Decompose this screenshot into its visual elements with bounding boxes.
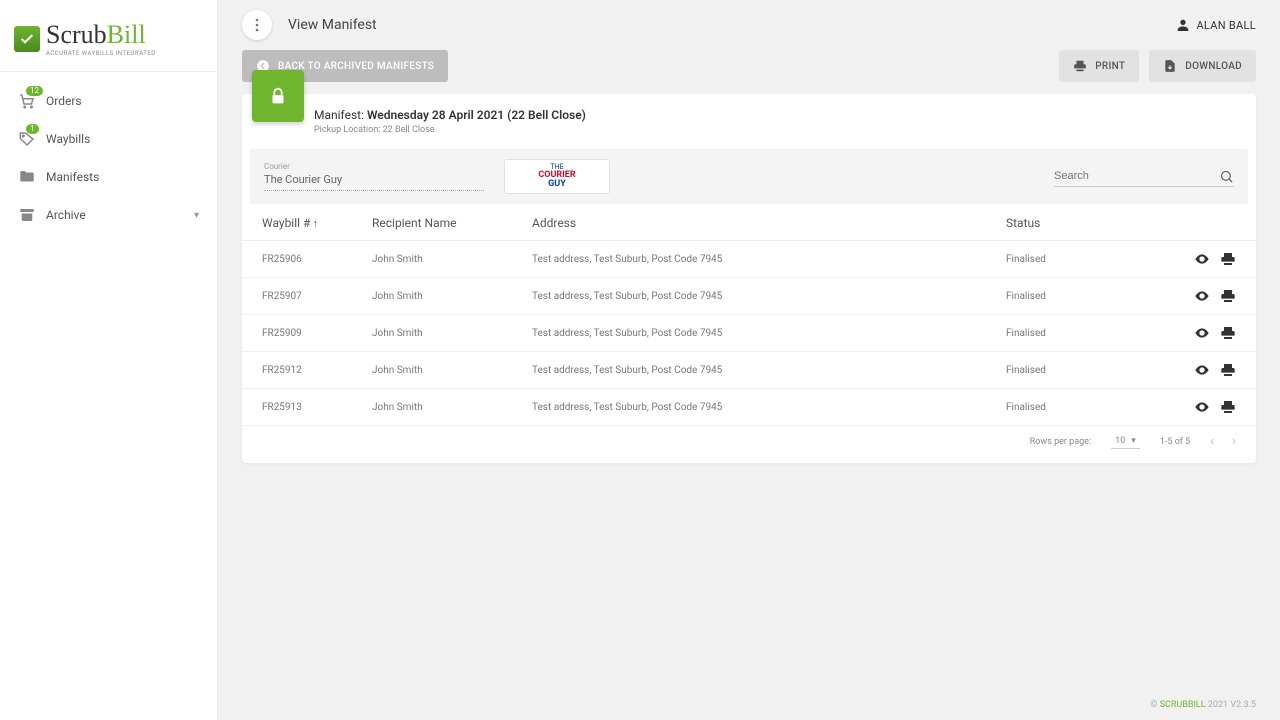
user-menu[interactable]: ALAN BALL: [1175, 17, 1256, 33]
table-footer: Rows per page: 10 ▾ 1-5 of 5 ‹ ›: [242, 426, 1256, 463]
sidebar-item-manifests[interactable]: Manifests: [0, 158, 217, 196]
courier-label: Courier: [264, 162, 484, 171]
waybill-table: Waybill #↑ Recipient Name Address Status…: [242, 204, 1256, 463]
actionbar: BACK TO ARCHIVED MANIFESTS PRINT DOWNLOA…: [218, 50, 1280, 94]
manifest-card: Manifest: Wednesday 28 April 2021 (22 Be…: [242, 94, 1256, 463]
cell-recipient: John Smith: [372, 291, 532, 302]
col-waybill[interactable]: Waybill #↑: [262, 216, 372, 230]
col-address[interactable]: Address: [532, 216, 1006, 230]
logo-badge-icon: [14, 26, 40, 52]
sort-asc-icon: ↑: [312, 217, 318, 230]
view-icon[interactable]: [1194, 399, 1210, 415]
col-status[interactable]: Status: [1006, 216, 1176, 230]
print-icon: [1073, 59, 1087, 73]
download-icon: [1163, 59, 1177, 73]
cell-waybill: FR25907: [262, 291, 372, 302]
menu-button[interactable]: [242, 10, 272, 40]
cell-waybill: FR25909: [262, 328, 372, 339]
cell-status: Finalised: [1006, 402, 1176, 413]
view-icon[interactable]: [1194, 288, 1210, 304]
waybills-badge: 1: [26, 124, 39, 134]
search-input[interactable]: [1054, 166, 1219, 186]
cell-recipient: John Smith: [372, 365, 532, 376]
cell-status: Finalised: [1006, 328, 1176, 339]
table-row: FR25912John SmithTest address, Test Subu…: [242, 352, 1256, 389]
chevron-down-icon: ▾: [1131, 436, 1136, 446]
rpp-label: Rows per page:: [1030, 437, 1091, 447]
view-icon[interactable]: [1194, 251, 1210, 267]
cell-status: Finalised: [1006, 254, 1176, 265]
col-recipient[interactable]: Recipient Name: [372, 216, 532, 230]
table-row: FR25913John SmithTest address, Test Subu…: [242, 389, 1256, 426]
table-header: Waybill #↑ Recipient Name Address Status: [242, 204, 1256, 241]
courier-select[interactable]: Courier The Courier Guy: [264, 162, 484, 191]
orders-badge: 12: [26, 86, 43, 96]
cell-status: Finalised: [1006, 365, 1176, 376]
footer: © SCRUBBILL 2021 V2.3.5: [218, 690, 1280, 720]
search-icon: [1219, 169, 1234, 184]
next-page-button[interactable]: ›: [1232, 434, 1236, 449]
cell-address: Test address, Test Suburb, Post Code 794…: [532, 291, 1006, 302]
logo-text: ScrubBill: [46, 20, 156, 50]
table-row: FR25909John SmithTest address, Test Subu…: [242, 315, 1256, 352]
cell-status: Finalised: [1006, 291, 1176, 302]
logo-tagline: ACCURATE WAYBILLS INTEGRATED: [46, 50, 156, 57]
sidebar-item-archive[interactable]: Archive ▾: [0, 196, 217, 234]
folder-icon: [18, 168, 36, 186]
cell-waybill: FR25912: [262, 365, 372, 376]
courier-logo: THE COURIER GUY: [504, 159, 610, 194]
chevron-down-icon: ▾: [194, 210, 199, 221]
cell-address: Test address, Test Suburb, Post Code 794…: [532, 254, 1006, 265]
prev-page-button[interactable]: ‹: [1210, 434, 1214, 449]
view-icon[interactable]: [1194, 325, 1210, 341]
rows-per-page-select[interactable]: 10 ▾: [1111, 434, 1140, 449]
lock-icon: [252, 70, 304, 122]
cell-address: Test address, Test Suburb, Post Code 794…: [532, 328, 1006, 339]
page-title: View Manifest: [288, 17, 377, 33]
user-name: ALAN BALL: [1196, 19, 1256, 32]
archive-icon: [18, 206, 36, 224]
table-row: FR25907John SmithTest address, Test Subu…: [242, 278, 1256, 315]
manifests-label: Manifests: [46, 170, 99, 184]
filterbar: Courier The Courier Guy THE COURIER GUY: [250, 149, 1248, 204]
download-button[interactable]: DOWNLOAD: [1149, 50, 1256, 82]
table-row: FR25906John SmithTest address, Test Subu…: [242, 241, 1256, 278]
print-icon[interactable]: [1220, 399, 1236, 415]
print-icon[interactable]: [1220, 325, 1236, 341]
cell-address: Test address, Test Suburb, Post Code 794…: [532, 402, 1006, 413]
sidebar: ScrubBill ACCURATE WAYBILLS INTEGRATED 1…: [0, 0, 218, 720]
manifest-subtitle: Pickup Location: 22 Bell Close: [314, 125, 586, 135]
cell-address: Test address, Test Suburb, Post Code 794…: [532, 365, 1006, 376]
manifest-header: Manifest: Wednesday 28 April 2021 (22 Be…: [242, 94, 1256, 149]
cell-recipient: John Smith: [372, 254, 532, 265]
archive-label: Archive: [46, 208, 86, 222]
view-icon[interactable]: [1194, 362, 1210, 378]
sidebar-item-waybills[interactable]: 1 Waybills: [0, 120, 217, 158]
print-button[interactable]: PRINT: [1059, 50, 1139, 82]
cell-waybill: FR25913: [262, 402, 372, 413]
topbar: View Manifest ALAN BALL: [218, 0, 1280, 50]
cell-waybill: FR25906: [262, 254, 372, 265]
cell-recipient: John Smith: [372, 402, 532, 413]
sidebar-item-orders[interactable]: 12 Orders: [0, 82, 217, 120]
cell-recipient: John Smith: [372, 328, 532, 339]
main: View Manifest ALAN BALL BACK TO ARCHIVED…: [218, 0, 1280, 720]
courier-value: The Courier Guy: [264, 171, 484, 190]
print-icon[interactable]: [1220, 251, 1236, 267]
person-icon: [1175, 17, 1191, 33]
page-range: 1-5 of 5: [1160, 437, 1190, 447]
manifest-title: Manifest: Wednesday 28 April 2021 (22 Be…: [314, 108, 586, 122]
waybills-label: Waybills: [46, 132, 90, 146]
logo: ScrubBill ACCURATE WAYBILLS INTEGRATED: [0, 12, 217, 72]
print-icon[interactable]: [1220, 362, 1236, 378]
orders-label: Orders: [46, 94, 82, 108]
print-icon[interactable]: [1220, 288, 1236, 304]
search-input-wrap: [1054, 166, 1234, 187]
